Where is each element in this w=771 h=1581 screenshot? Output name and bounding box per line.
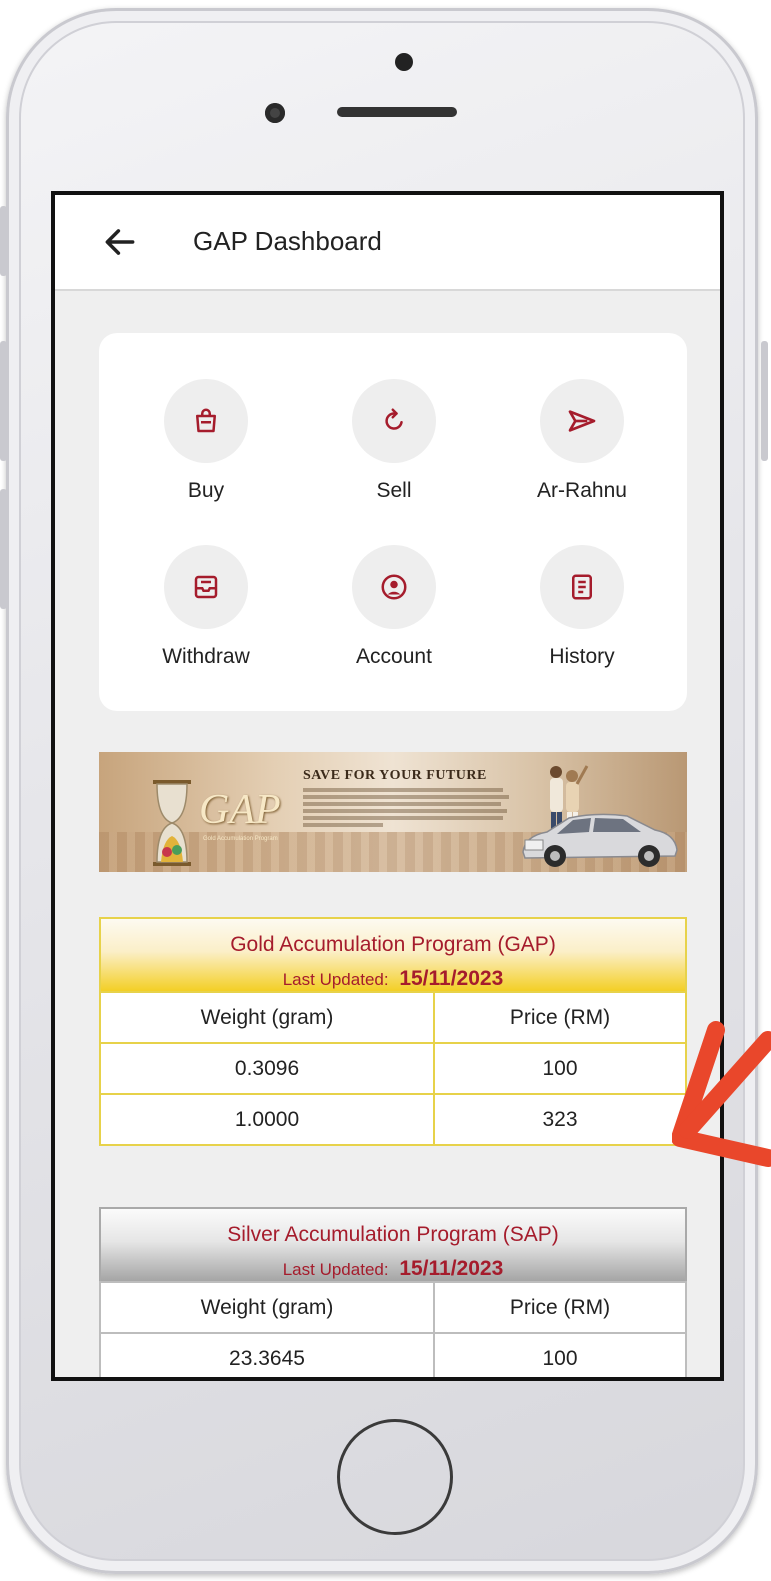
gold-table-title: Gold Accumulation Program (GAP) [230,933,556,956]
table-row: 0.3096 100 [98,1042,687,1095]
menu-sell-label: Sell [376,479,412,502]
shopping-bag-icon [196,408,216,433]
earpiece-speaker [337,107,457,117]
menu-withdraw-label: Withdraw [162,645,250,668]
volume-down-button [0,489,7,609]
user-circle-icon [381,574,407,600]
proximity-sensor [395,53,413,71]
menu-ar-rahnu-label: Ar-Rahnu [537,479,627,502]
mute-switch [0,206,7,276]
gold-col-price: Price (RM) [433,991,687,1044]
gold-last-updated: Last Updated: 15/11/2023 [101,967,685,991]
banner-fine-print [303,788,513,827]
menu-ar-rahnu-circle [540,379,624,463]
banner-logo-sub: Gold Accumulation Program [203,836,278,842]
silver-updated-date: 15/11/2023 [399,1257,504,1280]
menu-history-label: History [549,645,615,668]
table-row: 1.0000 323 [98,1093,687,1146]
front-camera [265,103,285,123]
menu-buy-circle [164,379,248,463]
gold-row-2-price: 323 [433,1093,687,1146]
gold-updated-date: 15/11/2023 [399,967,504,990]
menu-sell-circle [352,379,436,463]
menu-buy-label: Buy [187,479,225,502]
send-icon [568,410,596,432]
menu-account-label: Account [356,645,432,668]
car-illustration [522,813,678,867]
arrow-left-icon[interactable] [101,223,139,261]
gold-row-2-weight: 1.0000 [98,1093,436,1146]
gold-row-1-price: 100 [433,1042,687,1095]
silver-updated-label: Last Updated: [282,1260,389,1279]
refresh-icon [385,408,403,430]
inbox-icon [194,575,218,599]
gold-updated-label: Last Updated: [282,970,389,989]
red-arrow-annotation [672,1021,771,1167]
silver-column-headers: Weight (gram) Price (RM) [98,1281,687,1334]
menu-history[interactable]: History [497,545,667,685]
gold-row-1-weight: 0.3096 [98,1042,436,1095]
menu-account-circle [352,545,436,629]
menu-account[interactable]: Account [309,545,479,685]
menu-withdraw[interactable]: Withdraw [121,545,291,685]
banner-headline: SAVE FOR YOUR FUTURE [303,768,487,783]
menu-history-circle [540,545,624,629]
menu-buy[interactable]: Buy [121,379,291,519]
silver-col-weight: Weight (gram) [98,1281,436,1334]
gold-price-table: Gold Accumulation Program (GAP) Last Upd… [98,917,687,1146]
menu-card: Buy Sell Ar-Rahnu Withdraw Account Histo… [99,333,687,711]
menu-sell[interactable]: Sell [309,379,479,519]
volume-up-button [0,341,7,461]
silver-table-header: Silver Accumulation Program (SAP) Last U… [100,1208,686,1282]
silver-last-updated: Last Updated: 15/11/2023 [101,1257,685,1281]
menu-ar-rahnu[interactable]: Ar-Rahnu [497,379,667,519]
gold-table-header: Gold Accumulation Program (GAP) Last Upd… [100,918,686,992]
app-bar: GAP Dashboard [55,195,720,291]
table-row: 23.3645 100 [98,1332,687,1377]
silver-price-table: Silver Accumulation Program (SAP) Last U… [98,1207,687,1377]
hourglass-icon [153,780,191,866]
power-button [761,341,768,461]
silver-row-1-price: 100 [433,1332,687,1377]
silver-row-1-weight: 23.3645 [98,1332,436,1377]
silver-table-title: Silver Accumulation Program (SAP) [227,1223,559,1246]
gold-column-headers: Weight (gram) Price (RM) [98,991,687,1044]
silver-col-price: Price (RM) [433,1281,687,1334]
menu-withdraw-circle [164,545,248,629]
document-icon [572,574,592,600]
app-screen: GAP Dashboard Buy Sell Ar-Rahnu Withdraw… [51,191,724,1381]
gold-col-weight: Weight (gram) [98,991,436,1044]
home-button[interactable] [337,1419,453,1535]
page-title: GAP Dashboard [193,226,382,256]
promo-banner[interactable]: GAP Gold Accumulation Program SAVE FOR Y… [99,752,687,872]
banner-logo: GAP [199,787,281,833]
